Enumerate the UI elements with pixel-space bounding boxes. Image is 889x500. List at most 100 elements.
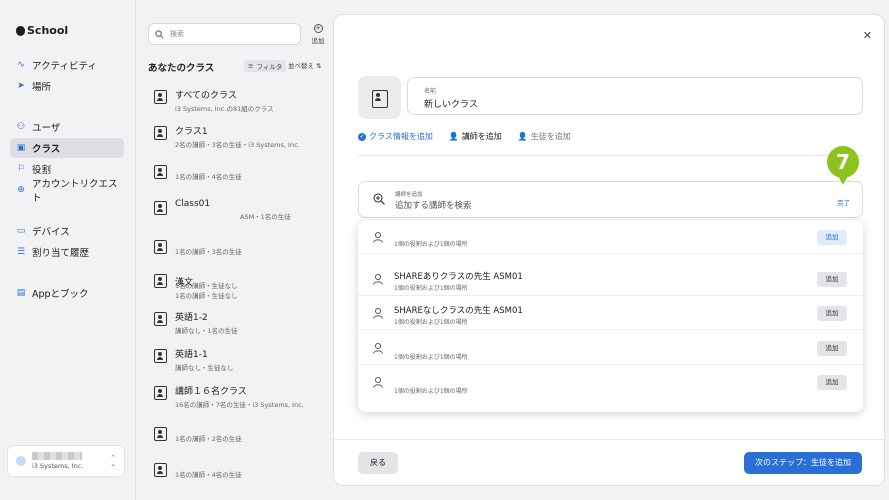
sidebar-item-account-requests[interactable]: ⊕ アカウントリクエスト [10, 179, 124, 204]
class-icon [154, 240, 167, 254]
list-item[interactable]: SHAREなしクラスの先生 ASM01 1個の役割および1個の場所 追加 [358, 296, 863, 330]
sidebar-item-classes[interactable]: ▣ クラス [10, 138, 124, 158]
teacher-search-field[interactable]: 講師を追加 追加する講師を検索 完了 [358, 181, 863, 218]
list-item[interactable]: 1名の講師・4名の生徒 [154, 163, 324, 181]
sidebar-item-label: 割り当て履歴 [32, 248, 90, 259]
apple-icon [16, 25, 25, 36]
list-item[interactable]: 英語1-1 講師なし・生徒なし [154, 347, 324, 372]
teacher-search-label: 講師を追加 [395, 192, 423, 198]
class-sub: ASM・1名の生徒 [240, 213, 291, 221]
sidebar-item-label: Appとブック [32, 289, 89, 300]
sidebar-item-label: デバイス [32, 227, 70, 238]
class-sub: 1名の講師・3名の生徒 [175, 248, 242, 256]
footer-divider [334, 439, 884, 440]
sidebar-item-history[interactable]: ☰ 割り当て履歴 [10, 242, 124, 262]
sidebar-item-apps[interactable]: ▤ Appとブック [10, 283, 124, 303]
list-item[interactable]: 1個の役割および1個の場所 追加 [358, 220, 863, 254]
teacher-results-dropdown: 1個の役割および1個の場所 追加 SHAREありクラスの先生 ASM01 1個の… [358, 220, 863, 412]
back-button[interactable]: 戻る [358, 452, 398, 474]
filter-button[interactable]: ≡ フィルタ [244, 60, 287, 72]
result-sub: 1個の役割および1個の場所 [394, 319, 468, 326]
list-item[interactable]: クラス1 2名の講師・3名の生徒・i3 Systems, Inc. [154, 124, 324, 149]
avatar [16, 456, 26, 466]
name-label: 名前 [424, 88, 437, 95]
add-button[interactable]: 追加 [817, 230, 847, 245]
class-list-pane: 検索 + 追加 あなたのクラス ≡ フィルタ 並べ替え ⇅ すべてのクラス i3 … [136, 0, 332, 500]
list-item[interactable]: 1個の役割および1個の場所 追加 [358, 331, 863, 365]
class-name: Class01 [175, 199, 211, 209]
class-name: 英語1-1 [175, 350, 208, 360]
class-icon [154, 165, 167, 179]
person-icon [373, 377, 383, 388]
filter-icon: ≡ [248, 62, 254, 70]
divider [358, 155, 863, 156]
add-button[interactable]: 追加 [817, 375, 847, 390]
sidebar-item-label: 場所 [32, 82, 52, 93]
users-icon: ⚇ [16, 122, 26, 132]
sidebar-item-devices[interactable]: ▭ デバイス [10, 221, 124, 241]
sidebar-item-location[interactable]: ➤ 場所 [10, 76, 124, 96]
result-name: SHAREなしクラスの先生 ASM01 [394, 306, 523, 316]
class-sub: 1名の講師・2名の生徒 [175, 435, 242, 443]
sidebar-item-label: アカウントリクエスト [32, 179, 118, 204]
add-button[interactable]: 追加 [817, 341, 847, 356]
search-placeholder: 検索 [170, 30, 184, 38]
class-image-placeholder[interactable] [358, 76, 401, 119]
list-item[interactable]: SHAREありクラスの先生 ASM01 1個の役割および1個の場所 追加 [358, 262, 863, 296]
class-icon [154, 90, 167, 104]
search-add-icon [373, 193, 385, 205]
search-input[interactable]: 検索 [148, 23, 301, 45]
list-title: あなたのクラス [148, 63, 215, 74]
class-icon [154, 463, 167, 477]
class-icon [371, 89, 388, 108]
person-icon [373, 232, 383, 243]
step-add-teachers[interactable]: 👤 講師を追加 [449, 131, 502, 142]
name-value: 新しいクラス [424, 100, 478, 110]
person-icon: 👤 [517, 132, 528, 141]
user-name-redacted [32, 452, 82, 460]
person-icon: 👤 [448, 132, 459, 141]
chevron-up-down-icon: ⌃ ⌄ [110, 454, 116, 468]
list-item[interactable]: 1名の講師・3名の生徒 [154, 238, 324, 256]
result-name: SHAREありクラスの先生 ASM01 [394, 272, 523, 282]
result-sub: 1個の役割および1個の場所 [394, 285, 468, 292]
teacher-search-placeholder: 追加する講師を検索 [395, 201, 472, 211]
class-icon [154, 349, 167, 363]
list-item[interactable]: 漢文 1名の講師・生徒なし [154, 275, 324, 300]
activity-icon: ∿ [17, 60, 25, 70]
location-icon: ➤ [17, 81, 25, 91]
sidebar-item-users[interactable]: ⚇ ユーザ [10, 117, 124, 137]
person-icon [373, 274, 383, 285]
class-name-field[interactable]: 名前 新しいクラス [407, 77, 863, 115]
add-button[interactable]: 追加 [817, 306, 847, 321]
result-sub: 1個の役割および1個の場所 [394, 241, 468, 248]
brand-name: School [27, 24, 69, 37]
step-label: クラス情報を追加 [369, 132, 433, 141]
device-icon: ▭ [16, 226, 26, 236]
list-item[interactable]: 英語1-2 講師なし・1名の生徒 [154, 310, 324, 335]
list-item[interactable]: 1個の役割および1個の場所 追加 [358, 365, 863, 399]
flag-icon: ⚐ [16, 164, 26, 174]
next-step-button[interactable]: 次のステップ：生徒を追加 [744, 452, 862, 474]
class-sub: i3 Systems, Inc.の81組のクラス [175, 105, 274, 113]
list-item[interactable]: すべてのクラス i3 Systems, Inc.の81組のクラス [154, 88, 324, 113]
class-name: クラス1 [175, 127, 208, 137]
class-sub: 講師なし・生徒なし [175, 364, 234, 372]
list-item[interactable]: Class01 ASM・1名の生徒 [154, 199, 324, 221]
person-icon [373, 308, 383, 319]
class-sub: 2名の講師・3名の生徒・i3 Systems, Inc. [175, 141, 300, 149]
list-item[interactable]: 1名の講師・2名の生徒 [154, 425, 324, 443]
add-class-button[interactable]: + 追加 [306, 24, 330, 45]
user-account-menu[interactable]: i3 Systems, Inc. ⌃ ⌄ [7, 445, 125, 477]
done-button[interactable]: 完了 [837, 197, 850, 207]
step-class-info[interactable]: ✓ クラス情報を追加 [358, 131, 433, 142]
sort-button[interactable]: 並べ替え ⇅ [288, 60, 322, 70]
close-icon[interactable]: ✕ [863, 29, 872, 42]
step-add-students[interactable]: 👤 生徒を追加 [518, 131, 571, 142]
sidebar-item-label: ユーザ [32, 123, 61, 134]
search-icon [155, 29, 164, 38]
add-button[interactable]: 追加 [817, 272, 847, 287]
sidebar-item-activity[interactable]: ∿ アクティビティ [10, 55, 124, 75]
list-item[interactable]: 1名の講師・4名の生徒 [154, 461, 324, 479]
list-item[interactable]: 講師１６名クラス 16名の講師・7名の生徒・i3 Systems, Inc. [154, 384, 324, 409]
